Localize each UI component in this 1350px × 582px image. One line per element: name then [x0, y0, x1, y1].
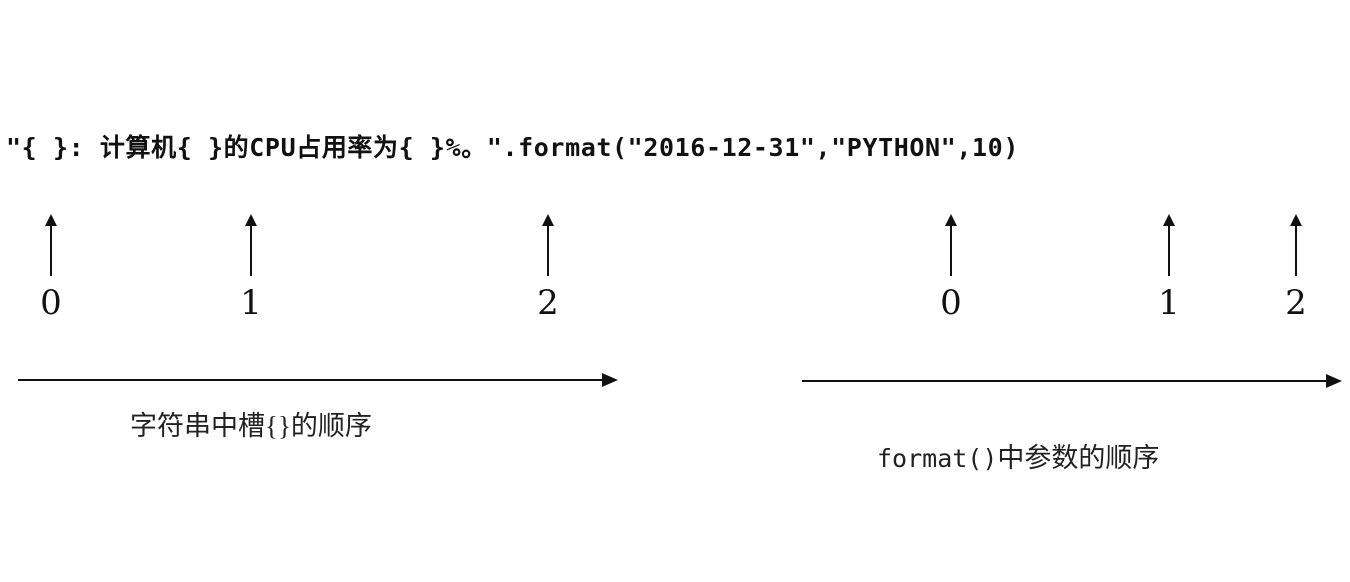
arrow-up-icon [945, 214, 957, 276]
arg-order-caption-code: format() [877, 444, 998, 473]
slot-index-0: 0 [40, 283, 62, 323]
arrow-up-icon [542, 214, 554, 276]
arrow-up-icon [45, 214, 57, 276]
arg-index-1: 1 [1158, 283, 1180, 323]
arg-index-0: 0 [940, 283, 962, 323]
arg-index-2: 2 [1285, 283, 1307, 323]
arrow-right-icon [802, 374, 1342, 388]
code-expression: "{ }: 计算机{ }的CPU占用率为{ }%。".format("2016-… [6, 133, 1019, 162]
arrow-right-icon [18, 373, 618, 387]
slot-order-caption: 字符串中槽{}的顺序 [130, 411, 372, 441]
diagram-canvas: "{ }: 计算机{ }的CPU占用率为{ }%。".format("2016-… [0, 0, 1350, 582]
arrow-up-icon [1290, 214, 1302, 276]
arrow-up-icon [1163, 214, 1175, 276]
arg-order-caption-text: 中参数的顺序 [997, 443, 1160, 474]
slot-index-2: 2 [537, 283, 559, 323]
arg-order-caption: format()中参数的顺序 [850, 405, 1159, 506]
arrow-up-icon [245, 214, 257, 276]
slot-index-1: 1 [240, 283, 262, 323]
